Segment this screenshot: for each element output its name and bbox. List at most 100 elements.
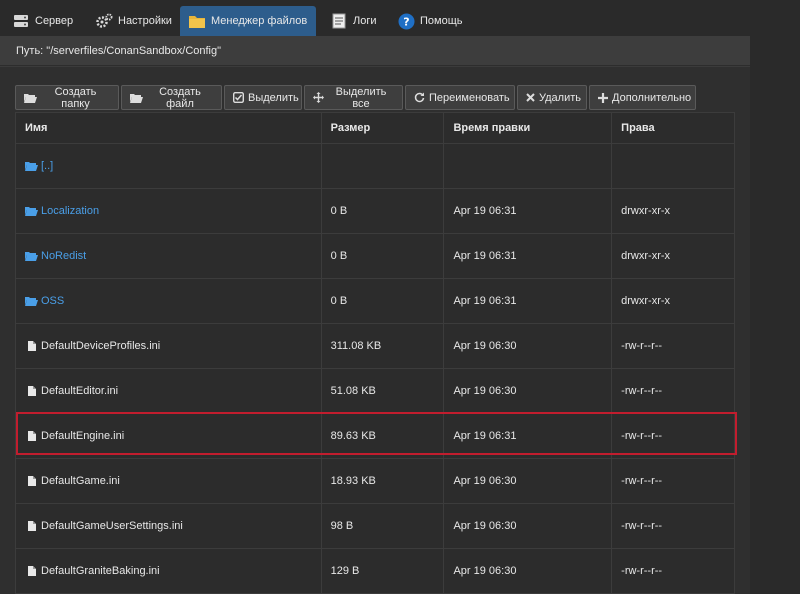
- cell-name: DefaultDeviceProfiles.ini: [15, 323, 322, 369]
- cell-name: OSS: [15, 278, 322, 324]
- tab-help-label: Помощь: [420, 15, 463, 27]
- table-row[interactable]: DefaultGame.ini 18.93 KB Apr 19 06:30 -rw-r…: [15, 458, 735, 504]
- cell-modified: [443, 143, 613, 189]
- more-button[interactable]: Дополнительно: [589, 85, 696, 110]
- file-link[interactable]: DefaultEngine.ini: [41, 430, 124, 442]
- cell-size: 129 B: [320, 548, 445, 594]
- tab-settings-label: Настройки: [118, 15, 172, 27]
- rename-label: Переименовать: [429, 91, 510, 104]
- cell-size: 311.08 KB: [320, 323, 445, 369]
- server-icon: [12, 12, 30, 30]
- table-row[interactable]: DefaultGameUserSettings.ini 98 B Apr 19 06…: [15, 503, 735, 549]
- tab-file-manager[interactable]: Менеджер файлов: [180, 6, 316, 36]
- cell-size: 0 B: [320, 233, 445, 279]
- select-label: Выделить: [248, 91, 299, 104]
- folder-open-icon: [130, 93, 143, 103]
- cell-modified: Apr 19 06:30: [443, 368, 613, 414]
- cell-size: 89.63 KB: [320, 413, 445, 459]
- table-row[interactable]: DefaultEngine.ini 89.63 KB Apr 19 06:31 -rw…: [15, 413, 735, 459]
- top-navigation: Сервер Настройки Менеджер файлов Логи ? …: [0, 0, 800, 38]
- file-link[interactable]: DefaultEditor.ini: [41, 385, 118, 397]
- folder-link[interactable]: Localization: [41, 205, 99, 217]
- file-icon: [25, 521, 38, 531]
- cell-permissions: -rw-r--r--: [611, 548, 735, 594]
- plus-icon: [598, 92, 608, 103]
- header-permissions[interactable]: Права: [611, 112, 735, 144]
- select-button[interactable]: Выделить: [224, 85, 302, 110]
- select-all-button[interactable]: Выделить все: [304, 85, 403, 110]
- check-square-icon: [233, 92, 244, 103]
- tab-logs[interactable]: Логи: [322, 6, 385, 36]
- table-row[interactable]: Localization 0 B Apr 19 06:31 drwxr-xr-x: [15, 188, 735, 234]
- current-path: Путь: "/serverfiles/ConanSandbox/Config": [16, 45, 222, 57]
- delete-label: Удалить: [539, 91, 581, 104]
- header-size[interactable]: Размер: [320, 112, 445, 144]
- file-link[interactable]: DefaultDeviceProfiles.ini: [41, 340, 160, 352]
- table-row[interactable]: OSS 0 B Apr 19 06:31 drwxr-xr-x: [15, 278, 735, 324]
- table-row[interactable]: DefaultGraniteBaking.ini 129 B Apr 19 06:3…: [15, 548, 735, 594]
- cell-name: DefaultEngine.ini: [15, 413, 322, 459]
- folder-link[interactable]: OSS: [41, 295, 64, 307]
- file-table: Имя Размер Время правки Права [..] Locali…: [15, 112, 735, 594]
- file-icon: [25, 386, 38, 396]
- tab-logs-label: Логи: [353, 15, 377, 27]
- file-link[interactable]: DefaultGameUserSettings.ini: [41, 520, 183, 532]
- file-icon: [25, 476, 38, 486]
- folder-open-icon: [24, 93, 37, 103]
- tab-help[interactable]: ? Помощь: [389, 6, 471, 36]
- table-row[interactable]: DefaultDeviceProfiles.ini 311.08 KB Apr 19…: [15, 323, 735, 369]
- close-icon: [526, 93, 535, 102]
- table-row[interactable]: [..]: [15, 143, 735, 189]
- folder-link[interactable]: NoRedist: [41, 250, 86, 262]
- cell-size: 98 B: [320, 503, 445, 549]
- cell-permissions: -rw-r--r--: [611, 413, 735, 459]
- table-header-row: Имя Размер Время правки Права: [15, 112, 735, 144]
- cell-modified: Apr 19 06:31: [443, 233, 613, 279]
- cell-permissions: drwxr-xr-x: [611, 278, 735, 324]
- cell-name: Localization: [15, 188, 322, 234]
- tab-server[interactable]: Сервер: [4, 6, 81, 36]
- cell-permissions: -rw-r--r--: [611, 458, 735, 504]
- cell-size: 0 B: [320, 278, 445, 324]
- refresh-icon: [414, 92, 425, 103]
- select-all-label: Выделить все: [335, 85, 387, 110]
- delete-button[interactable]: Удалить: [517, 85, 587, 110]
- folder-open-icon: [25, 251, 38, 261]
- move-icon: [313, 92, 324, 103]
- rename-button[interactable]: Переименовать: [405, 85, 515, 110]
- cell-name: DefaultGame.ini: [15, 458, 322, 504]
- cell-permissions: drwxr-xr-x: [611, 233, 735, 279]
- table-row[interactable]: DefaultEditor.ini 51.08 KB Apr 19 06:30 -rw…: [15, 368, 735, 414]
- cell-name: [..]: [15, 143, 322, 189]
- create-file-button[interactable]: Создать файл: [121, 85, 222, 110]
- cell-modified: Apr 19 06:31: [443, 278, 613, 324]
- cell-permissions: -rw-r--r--: [611, 368, 735, 414]
- cell-size: 51.08 KB: [320, 368, 445, 414]
- tab-file-manager-label: Менеджер файлов: [211, 15, 308, 27]
- file-link[interactable]: DefaultGraniteBaking.ini: [41, 565, 160, 577]
- file-icon: [25, 566, 38, 576]
- table-row[interactable]: NoRedist 0 B Apr 19 06:31 drwxr-xr-x: [15, 233, 735, 279]
- file-link[interactable]: DefaultGame.ini: [41, 475, 120, 487]
- help-icon: ?: [397, 12, 415, 30]
- cell-name: DefaultGameUserSettings.ini: [15, 503, 322, 549]
- cell-size: [320, 143, 445, 189]
- cell-name: DefaultGraniteBaking.ini: [15, 548, 322, 594]
- tab-settings[interactable]: Настройки: [87, 6, 180, 36]
- log-icon: [330, 12, 348, 30]
- more-label: Дополнительно: [612, 91, 692, 104]
- cell-modified: Apr 19 06:30: [443, 323, 613, 369]
- cell-name: DefaultEditor.ini: [15, 368, 322, 414]
- file-toolbar: Создать папку Создать файл Выделить Выде…: [15, 85, 698, 111]
- header-name[interactable]: Имя: [15, 112, 322, 144]
- header-modified[interactable]: Время правки: [443, 112, 613, 144]
- create-file-label: Создать файл: [159, 85, 201, 110]
- gears-icon: [95, 12, 113, 30]
- folder-icon: [188, 12, 206, 30]
- cell-name: NoRedist: [15, 233, 322, 279]
- folder-open-icon: [25, 206, 38, 216]
- folder-link[interactable]: [..]: [41, 160, 53, 172]
- create-folder-button[interactable]: Создать папку: [15, 85, 119, 110]
- cell-permissions: -rw-r--r--: [611, 503, 735, 549]
- cell-permissions: drwxr-xr-x: [611, 188, 735, 234]
